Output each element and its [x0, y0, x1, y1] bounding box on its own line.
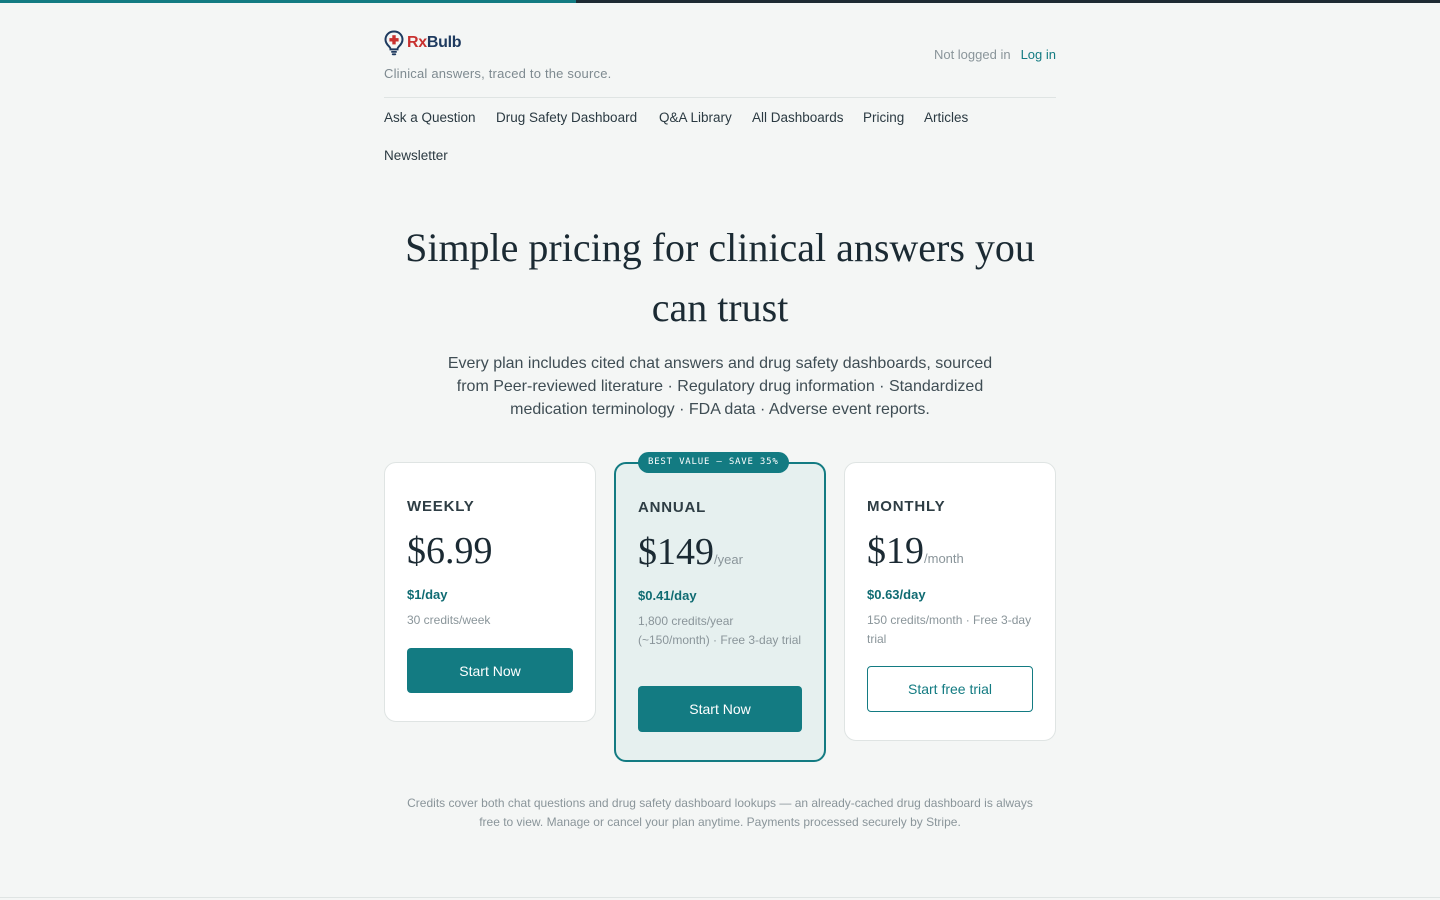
price-per-day: $0.41/day	[638, 588, 697, 603]
start-now-button-weekly[interactable]: Start Now	[407, 648, 573, 693]
price-period: /year	[714, 552, 743, 567]
site-container: RxBulb Clinical answers, traced to the s…	[384, 0, 1056, 163]
plan-card-weekly: WEEKLY $6.99 $1/day 30 credits/week Star…	[384, 462, 596, 722]
brand-name-rx: Rx	[407, 34, 427, 51]
login-status: Not logged in	[933, 47, 1011, 62]
plan-details: 1,800 credits/year (~150/month) · Free 3…	[638, 614, 802, 647]
best-value-badge: BEST VALUE — SAVE 35%	[638, 452, 789, 473]
brand-name: RxBulb	[407, 34, 462, 52]
price-amount: $19	[867, 530, 924, 572]
plan-details: 150 credits/month · Free 3-day trial	[867, 613, 1032, 646]
site-header: RxBulb Clinical answers, traced to the s…	[384, 0, 1056, 98]
footer-divider	[0, 897, 1440, 898]
plan-price: $19 /month	[867, 529, 964, 573]
price-amount: $6.99	[407, 530, 493, 572]
nav-item-newsletter[interactable]: Newsletter	[384, 148, 448, 163]
login-link[interactable]: Log in	[1021, 47, 1056, 62]
start-free-trial-button[interactable]: Start free trial	[867, 666, 1033, 712]
page-title: Simple pricing for clinical answers you …	[405, 225, 1035, 330]
plan-card-monthly: MONTHLY $19 /month $0.63/day 150 credits…	[844, 462, 1056, 741]
nav-item-drug-safety-dashboard[interactable]: Drug Safety Dashboard	[496, 110, 637, 125]
plan-name: ANNUAL	[638, 499, 707, 516]
price-period: /month	[924, 551, 964, 566]
price-amount: $149	[638, 531, 714, 573]
plan-price: $149 /year	[638, 530, 743, 574]
nav-item-all-dashboards[interactable]: All Dashboards	[752, 110, 844, 125]
pricing-footnote: Credits cover both chat questions and dr…	[407, 796, 1033, 829]
brand-name-bulb: Bulb	[426, 34, 462, 51]
auth-area: Not logged in Log in	[934, 47, 1056, 62]
price-per-day: $0.63/day	[867, 587, 926, 602]
brand-logo[interactable]: RxBulb	[384, 30, 462, 56]
plan-name: MONTHLY	[867, 498, 946, 515]
plan-card-annual: BEST VALUE — SAVE 35% ANNUAL $149 /year …	[614, 452, 826, 762]
price-per-day: $1/day	[407, 587, 448, 602]
nav-item-ask-a-question[interactable]: Ask a Question	[384, 110, 476, 125]
plan-name: WEEKLY	[407, 498, 475, 515]
brand-tagline: Clinical answers, traced to the source.	[384, 66, 612, 81]
nav-item-qa-library[interactable]: Q&A Library	[659, 110, 732, 125]
plan-details: 30 credits/week	[407, 613, 491, 627]
lightbulb-cross-icon	[384, 30, 404, 56]
page-subtitle: Every plan includes cited chat answers a…	[447, 355, 993, 418]
start-now-button-annual[interactable]: Start Now	[638, 686, 802, 732]
nav-item-articles[interactable]: Articles	[924, 110, 968, 125]
nav-item-pricing[interactable]: Pricing	[863, 110, 904, 125]
plan-price: $6.99	[407, 529, 493, 573]
